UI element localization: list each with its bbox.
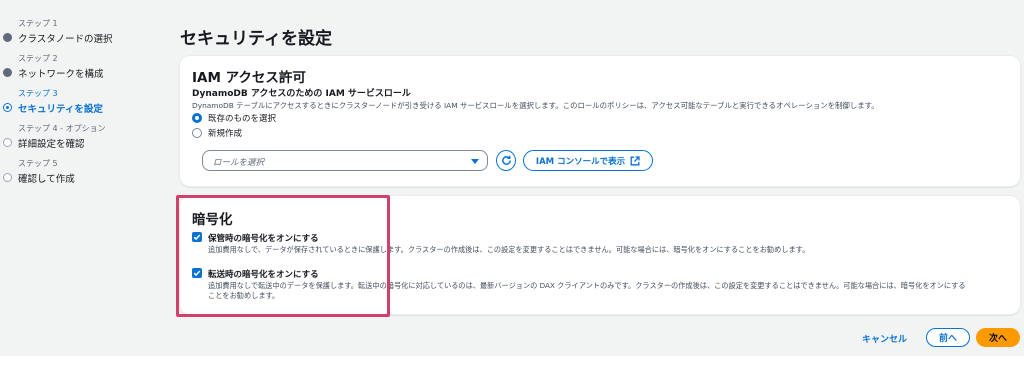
- step-5: ステップ 5 確認して作成: [0, 154, 160, 189]
- step-completed-dot: [3, 68, 12, 77]
- step-label: 確認して作成: [18, 174, 75, 185]
- step-current-dot: [3, 103, 12, 112]
- external-link-icon: [630, 155, 640, 165]
- iam-permissions-container: IAM アクセス許可 DynamoDB アクセスのための IAM サービスロール…: [180, 56, 1020, 186]
- step-label: クラスタノードの選択: [18, 34, 113, 45]
- step-3-current: ステップ 3 セキュリティを設定: [0, 84, 160, 119]
- role-select[interactable]: ロールを選択: [202, 150, 488, 171]
- radio-label: 既存のものを選択: [208, 114, 277, 124]
- radio-existing-role[interactable]: 既存のものを選択: [192, 112, 276, 124]
- step-1[interactable]: ステップ 1 クラスタノードの選択: [0, 14, 160, 49]
- step-number: ステップ 5: [18, 159, 58, 168]
- encryption-section-header: 暗号化: [192, 212, 233, 228]
- encryption-container: 暗号化 保管時の暗号化をオンにする 追加費用なしで、データが保存されているときに…: [180, 196, 1020, 314]
- refresh-button[interactable]: [496, 150, 516, 171]
- step-number: ステップ 1: [18, 19, 58, 28]
- step-label: 詳細設定を確認: [18, 139, 85, 150]
- step-number: ステップ 2: [18, 54, 58, 63]
- checkbox-label: 転送時の暗号化をオンにする: [208, 270, 319, 280]
- wizard-steps: ステップ 1 クラスタノードの選択 ステップ 2 ネットワークを構成 ステップ …: [0, 14, 160, 189]
- iam-role-label: DynamoDB アクセスのための IAM サービスロール: [192, 89, 411, 99]
- step-label: セキュリティを設定: [18, 104, 103, 115]
- previous-button[interactable]: 前へ: [926, 328, 970, 347]
- checkbox-checked[interactable]: [192, 268, 202, 278]
- radio-label: 新規作成: [208, 129, 243, 139]
- checkbox-checked[interactable]: [192, 232, 202, 242]
- button-label: IAM コンソールで表示: [535, 156, 626, 167]
- refresh-icon: [501, 155, 511, 165]
- step-4: ステップ 4 - オプション 詳細設定を確認: [0, 119, 160, 154]
- cancel-button[interactable]: キャンセル: [862, 332, 907, 345]
- checkbox-description: 追加費用なしで転送中のデータを保護します。転送中の暗号化に対応しているのは、最新…: [208, 281, 966, 290]
- radio-button-checked[interactable]: [192, 113, 202, 123]
- iam-role-description: DynamoDB テーブルにアクセスするときにクラスターノードが引き受ける IA…: [192, 101, 879, 110]
- check-icon: [193, 234, 201, 241]
- radio-new-role[interactable]: 新規作成: [192, 127, 242, 139]
- check-icon: [193, 270, 201, 277]
- step-label: ネットワークを構成: [18, 69, 104, 80]
- step-completed-dot: [3, 33, 12, 42]
- checkbox-description-continued: ことをお勧めします。: [208, 291, 280, 300]
- radio-button[interactable]: [192, 128, 202, 138]
- checkbox-description: 追加費用なしで、データが保存されているときに保護します。クラスターの作成後は、こ…: [208, 245, 810, 254]
- next-button[interactable]: 次へ: [976, 328, 1020, 347]
- step-number: ステップ 4 - オプション: [18, 124, 106, 133]
- caret-down-icon: [471, 159, 479, 164]
- step-pending-dot: [3, 173, 12, 182]
- view-in-iam-console-button[interactable]: IAM コンソールで表示: [523, 150, 653, 171]
- step-pending-dot: [3, 138, 12, 147]
- role-select-placeholder: ロールを選択: [213, 158, 265, 168]
- page-title: セキュリティを設定: [180, 29, 332, 49]
- step-number: ステップ 3: [18, 89, 58, 98]
- iam-section-header: IAM アクセス許可: [192, 70, 306, 86]
- step-2[interactable]: ステップ 2 ネットワークを構成: [0, 49, 160, 84]
- checkbox-label: 保管時の暗号化をオンにする: [208, 234, 319, 244]
